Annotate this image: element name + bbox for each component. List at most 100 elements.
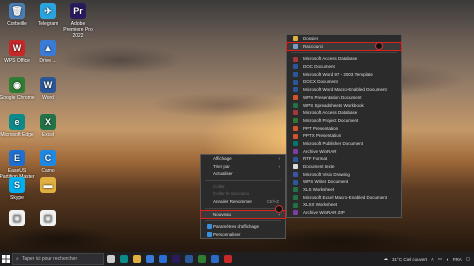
menu-separator <box>205 179 281 181</box>
word-icon: W <box>40 77 56 93</box>
menu-item-label: RTF Format <box>303 156 328 162</box>
language-indicator[interactable]: FRA <box>453 257 462 262</box>
context-menu-item-trier-par[interactable]: Trier par › <box>201 163 285 171</box>
chevron-right-icon: › <box>278 156 281 161</box>
new-submenu-item-pptx-presentation[interactable]: PPTX Presentation <box>287 132 401 140</box>
new-submenu-item-microsoft-visio-drawing[interactable]: Microsoft Visio Drawing <box>287 171 401 179</box>
menu-item-label: Nouveau <box>213 211 232 217</box>
new-submenu-item-wps-writer-document[interactable]: WPS Writer Document <box>287 178 401 186</box>
desktop-icon-file2[interactable]: ▢ <box>30 210 66 228</box>
menu-item-label: Microsoft Excel Macro-Enabled Document <box>303 194 388 200</box>
desktop-context-menu: Affichage › Trier par › Actualiser Coller Coll… <box>200 154 286 240</box>
new-submenu-item-microsoft-word-macro-enabled-document[interactable]: Microsoft Word Macro-Enabled Document <box>287 86 401 94</box>
new-submenu-item-microsoft-project-document[interactable]: Microsoft Project Document <box>287 117 401 125</box>
excel-icon: X <box>40 114 56 130</box>
menu-item-label: Microsoft Word 97 - 2003 Template <box>303 71 373 77</box>
menu-separator <box>205 207 281 209</box>
edge-icon <box>119 255 128 263</box>
new-submenu-item-archive-winrar-zip[interactable]: Archive WinRAR ZIP <box>287 209 401 217</box>
file-type-icon <box>293 210 298 216</box>
weather-text[interactable]: 31°C Ciel couvert <box>392 257 427 262</box>
desktop-icon-label: Word <box>42 95 54 101</box>
taskbar-app-premiere[interactable] <box>169 252 182 266</box>
file-type-icon <box>293 43 298 49</box>
taskbar-search-box[interactable]: ⌕ Taper ici pour rechercher <box>12 253 104 265</box>
desktop-icon-camo[interactable]: C Camo <box>30 150 66 174</box>
new-submenu-item-wps-spreadsheets-workbook[interactable]: WPS Spreadsheets Workbook <box>287 102 401 110</box>
new-submenu-item-microsoft-access-database[interactable]: Microsoft Access Database <box>287 55 401 63</box>
photos-icon <box>210 255 219 263</box>
file-type-icon <box>293 36 298 42</box>
desktop-icon-word[interactable]: W Word <box>30 77 66 101</box>
context-menu-item-affichage[interactable]: Affichage › <box>201 155 285 163</box>
desktop-icon-label: Drive ... <box>39 58 57 64</box>
new-submenu-item-rtf-format[interactable]: RTF Format <box>287 155 401 163</box>
search-placeholder: Taper ici pour rechercher <box>21 256 78 262</box>
context-menu-item-personnaliser[interactable]: Personnaliser <box>201 231 285 239</box>
taskbar-app-mail[interactable] <box>156 252 169 266</box>
menu-item-label: DOCX Document <box>303 79 338 85</box>
start-button[interactable] <box>0 252 12 266</box>
new-submenu-item-microsoft-word-97-2003-template[interactable]: Microsoft Word 97 - 2003 Template <box>287 71 401 79</box>
context-menu-item-param-tres-d-affichage[interactable]: Paramètres d'affichage <box>201 223 285 231</box>
menu-item-label: Paramètres d'affichage <box>213 224 260 230</box>
new-submenu-item-microsoft-access-database[interactable]: Microsoft Access Database <box>287 109 401 117</box>
new-submenu-item-raccourci[interactable]: Raccourci <box>286 41 402 52</box>
context-menu-item-actualiser[interactable]: Actualiser <box>201 170 285 178</box>
menu-item-label: Document texte <box>303 164 335 169</box>
taskbar: ⌕ Taper ici pour rechercher ☁ 31°C Ciel … <box>0 252 474 266</box>
taskbar-app-word[interactable] <box>182 252 195 266</box>
file-type-icon <box>207 232 212 238</box>
menu-item-label: Raccourci <box>303 43 324 49</box>
system-tray: ☁ 31°C Ciel couvert ˄ ▭ ◖ FRA ▢ <box>384 252 470 266</box>
new-submenu-item-document-texte[interactable]: Document texte <box>287 163 401 171</box>
menu-item-label: Archive WinRAR ZIP <box>303 210 345 216</box>
desktop-icon-folder[interactable]: ▬ <box>30 177 66 195</box>
taskbar-app-chrome[interactable] <box>195 252 208 266</box>
weather-icon: ☁ <box>383 256 389 261</box>
file-type-icon <box>293 156 298 162</box>
new-submenu-item-doc-document[interactable]: DOC Document <box>287 63 401 71</box>
new-submenu-item-xls-worksheet[interactable]: XLS Worksheet <box>287 186 401 194</box>
menu-item-label: Microsoft Word Macro-Enabled Document <box>303 87 387 93</box>
desktop-icon-excel[interactable]: X Excel <box>30 114 66 138</box>
network-icon[interactable]: ▭ <box>438 256 442 262</box>
context-menu-item-annuler-renommer[interactable]: Annuler Renommer Ctrl+Z <box>201 198 285 206</box>
wps-office-icon: W <box>9 40 25 56</box>
desktop-icon-drive[interactable]: ▲ Drive ... <box>30 40 66 64</box>
new-submenu-item-dossier[interactable]: Dossier <box>287 35 401 43</box>
taskbar-app-photos[interactable] <box>208 252 221 266</box>
menu-item-label: Trier par <box>213 163 230 169</box>
new-submenu-item-ppt-presentation[interactable]: PPT Presentation <box>287 125 401 133</box>
menu-item-label: Coller <box>213 183 225 189</box>
context-menu-item-nouveau[interactable]: Nouveau › <box>200 209 286 220</box>
corbeille-icon: 🗑 <box>9 3 25 19</box>
menu-item-label: WPS Writer Document <box>303 179 349 185</box>
notification-icon[interactable]: ▢ <box>466 256 470 262</box>
menu-item-label: PPTX Presentation <box>303 133 342 139</box>
new-submenu-item-docx-document[interactable]: DOCX Document <box>287 78 401 86</box>
volume-icon[interactable]: ◖ <box>446 257 449 262</box>
taskbar-app-wps[interactable] <box>221 252 234 266</box>
taskbar-app-store[interactable] <box>143 252 156 266</box>
task-view-icon <box>106 255 115 263</box>
desktop-icon-premiere[interactable]: Pr Adobe Premiere Pro 2022 <box>60 3 96 39</box>
tray-arrow-icon[interactable]: ˄ <box>431 257 434 262</box>
file-type-icon <box>293 133 298 139</box>
taskbar-app-explorer[interactable] <box>130 252 143 266</box>
premiere-icon <box>171 255 180 263</box>
desktop[interactable]: 🗑 Corbeille ✈ Telegram Pr Adobe Premiere Pro … <box>0 0 474 252</box>
menu-item-label: WPS Spreadsheets Workbook <box>303 102 364 108</box>
taskbar-app-task-view[interactable] <box>104 252 117 266</box>
new-submenu-item-archive-winrar[interactable]: Archive WinRAR <box>287 148 401 156</box>
new-submenu-item-xlsx-worksheet[interactable]: XLSX Worksheet <box>287 201 401 209</box>
menu-item-label: Affichage <box>213 156 232 161</box>
taskbar-app-edge[interactable] <box>117 252 130 266</box>
new-submenu-item-microsoft-excel-macro-enabled-document[interactable]: Microsoft Excel Macro-Enabled Document <box>287 194 401 202</box>
click-marker-nouveau <box>275 205 283 213</box>
new-submenu-item-wps-presentation-document[interactable]: WPS Presentation Document <box>287 94 401 102</box>
new-submenu-item-microsoft-publisher-document[interactable]: Microsoft Publisher Document <box>287 140 401 148</box>
file-type-icon <box>293 195 298 201</box>
menu-item-label: XLSX Worksheet <box>303 202 338 208</box>
explorer-icon <box>132 255 141 263</box>
